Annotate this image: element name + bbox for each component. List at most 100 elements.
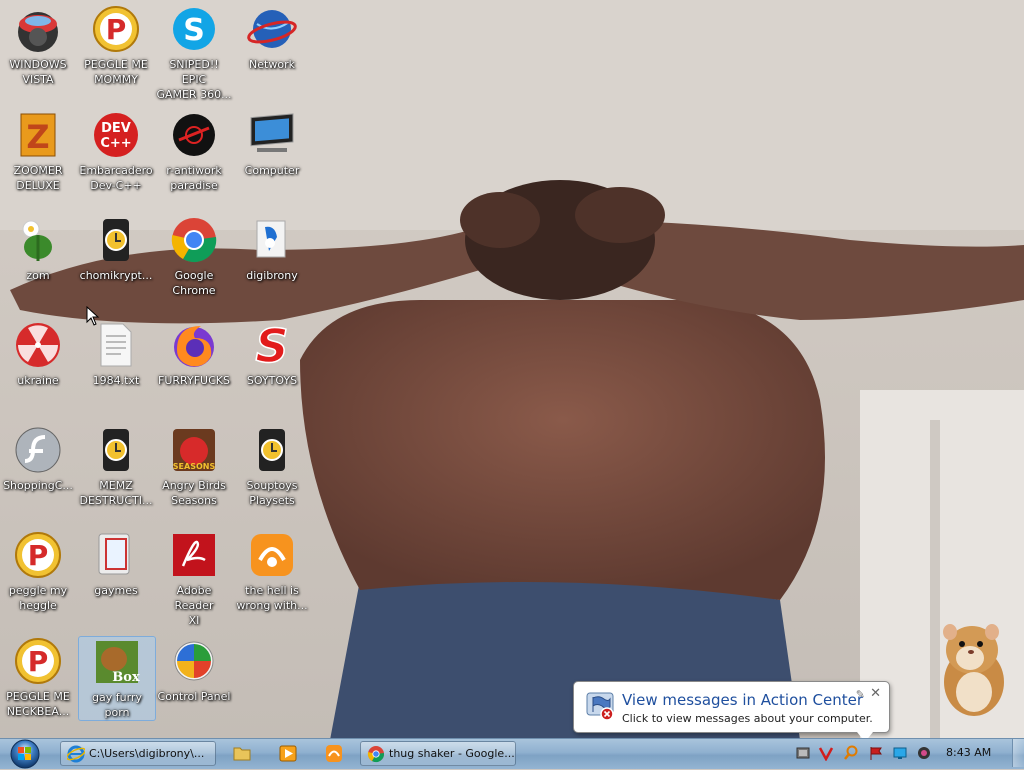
games-folder-icon [98, 533, 130, 575]
desktop-icon-windows-vista[interactable]: WINDOWS VISTA [0, 4, 76, 87]
desktop-icon-gaymes[interactable]: gaymes [78, 530, 154, 598]
action-center-notification[interactable]: View messages in Action Center Click to … [573, 681, 890, 742]
desktop-icon-label: SNIPED!! EPIC GAMER 360... [156, 58, 232, 101]
ie-icon [67, 745, 85, 763]
desktop-icon-label: PEGGLE ME MOMMY [84, 58, 148, 86]
desktop-icon-label: Angry Birds Seasons [162, 479, 226, 507]
plant-icon [22, 220, 52, 261]
mouse-cursor-icon [86, 306, 100, 326]
desktop-icon-memz-destructi[interactable]: MEMZ DESTRUCTI... [78, 425, 154, 508]
desktop-icon-peggle-my-heggle[interactable]: Ppeggle my heggle [0, 530, 76, 613]
devcpp-icon: DEVC++ [94, 113, 138, 157]
desktop-icon-zoomer-deluxe[interactable]: Z ZOOMER DELUXE [0, 110, 76, 193]
desktop-icon-label: Computer [244, 164, 300, 177]
action-center-flag-icon [586, 692, 614, 721]
desktop-icon-label: peggle my heggle [8, 584, 68, 612]
desktop-icon-the-hell-is-wrong-with[interactable]: the hell is wrong with... [234, 530, 310, 613]
close-icon[interactable]: ✕ [870, 686, 881, 701]
shortcut-clock-icon [103, 429, 129, 471]
taskbar-button-chrome[interactable]: thug shaker - Google... [360, 741, 516, 766]
desktop-icon-label: gaymes [94, 584, 138, 597]
taskbar-clock[interactable]: 8:43 AM [946, 746, 991, 759]
media-player-icon [279, 745, 297, 762]
desktop-icon-label: Embarcadero Dev-C++ [79, 164, 153, 192]
svg-text:S: S [255, 320, 288, 370]
desktop-icon-soytoys[interactable]: S SOYTOYS [234, 320, 310, 388]
desktop-icon-embarcadero-dev-c[interactable]: DEV C++ Embarcadero Dev-C++ [78, 110, 154, 193]
desktop-icon-control-panel[interactable]: Control Panel [156, 636, 232, 704]
user-folder-icon [256, 220, 286, 258]
svg-text:Box: Box [112, 670, 140, 685]
desktop-icon-ukraine[interactable]: ukraine [0, 320, 76, 388]
desktop-icon-label: Souptoys Playsets [246, 479, 298, 507]
notification-text[interactable]: Click to view messages about your comput… [622, 712, 873, 725]
svg-text:P: P [106, 13, 127, 46]
svg-text:S: S [183, 13, 205, 48]
desktop-icon-google-chrome[interactable]: Google Chrome [156, 215, 232, 298]
desktop-icon-label: Control Panel [157, 690, 231, 703]
quicklaunch-explorer-button[interactable] [222, 741, 262, 766]
taskbar-button-label: thug shaker - Google... [389, 747, 515, 760]
desktop-icon-shoppingc[interactable]: ShoppingC... [0, 425, 76, 493]
v-logo-icon[interactable] [818, 745, 834, 761]
desktop-icon-angry-birds-seasons[interactable]: SEASONS Angry Birds Seasons [156, 425, 232, 508]
svg-text:C++: C++ [100, 136, 131, 151]
device-icon[interactable] [795, 745, 811, 761]
desktop-icon-network[interactable]: Network [234, 4, 310, 72]
network-globe-icon [247, 10, 297, 48]
quicklaunch-uc-button[interactable] [314, 741, 354, 766]
antiwork-icon [173, 114, 215, 156]
speaker-icon[interactable] [916, 745, 932, 761]
explorer-folder-icon [233, 747, 251, 761]
hamster-desktop-pet-icon[interactable] [932, 612, 1012, 720]
desktop-icon-souptoys-playsets[interactable]: Souptoys Playsets [234, 425, 310, 508]
desktop-icon-peggle-me-mommy[interactable]: P PEGGLE ME MOMMY [78, 4, 154, 87]
svg-text:Z: Z [26, 118, 49, 156]
zuma-icon: Z [20, 113, 56, 157]
desktop-icon-1984-txt[interactable]: 1984.txt [78, 320, 154, 388]
desktop-icon-furryfucks[interactable]: FURRYFUCKS [156, 320, 232, 388]
desktop-icon-label: PEGGLE ME NECKBEA... [6, 690, 70, 718]
desktop-icon-zom[interactable]: zom [0, 215, 76, 283]
desktop-icon-gay-furry-porn[interactable]: Box gay furry porn [78, 636, 156, 721]
desktop-icon-digibrony[interactable]: digibrony [234, 215, 310, 283]
taskbar-button-label: C:\Users\digibrony\... [89, 747, 205, 760]
vista-orb-icon [18, 12, 58, 52]
s-logo-icon: S [255, 320, 290, 370]
desktop-icon-label: digibrony [246, 269, 298, 282]
radiation-icon [16, 323, 60, 367]
action-center-flag-icon[interactable] [868, 745, 884, 761]
desktop-icon-label: Adobe Reader XI [174, 584, 214, 627]
notification-title[interactable]: View messages in Action Center [622, 691, 863, 709]
firefox-icon [174, 326, 214, 367]
desktop-icon-adobe-reader-xi[interactable]: Adobe Reader XI [156, 530, 232, 628]
chrome-icon [171, 218, 217, 263]
desktop-icon-computer[interactable]: Computer [234, 110, 310, 178]
svg-text:DEV: DEV [101, 121, 131, 136]
taskbar-button-explorer[interactable]: C:\Users\digibrony\... [60, 741, 216, 766]
peggle-icon: P [15, 638, 61, 684]
desktop-icon-label: the hell is wrong with... [236, 584, 308, 612]
desktop-icon-peggle-me-neckbea[interactable]: P PEGGLE ME NECKBEA... [0, 636, 76, 719]
desktop-icon-label: WINDOWS VISTA [9, 58, 67, 86]
quicklaunch-media-button[interactable] [268, 741, 308, 766]
desktop-icon-sniped-epic-gamer-360[interactable]: S SNIPED!! EPIC GAMER 360... [156, 4, 232, 102]
control-panel-icon [174, 641, 214, 681]
text-file-icon [100, 323, 132, 367]
adobe-reader-icon [173, 534, 215, 576]
pin-icon[interactable]: ✎ [856, 688, 865, 701]
search-icon[interactable] [843, 745, 859, 761]
desktop-icon-label: Network [249, 58, 295, 71]
show-desktop-button[interactable] [1012, 739, 1024, 767]
angry-birds-icon: SEASONS [173, 429, 215, 471]
shortcut-clock-icon [103, 219, 129, 261]
desktop-icon-chomikrypt[interactable]: chomikrypt... [78, 215, 154, 283]
uc-browser-icon [326, 745, 342, 762]
flash-icon [15, 427, 61, 473]
svg-text:P: P [28, 539, 49, 572]
windows-start-orb-icon[interactable] [6, 739, 44, 769]
desktop-icon-r-antiwork-paradise[interactable]: r-antiwork paradise [156, 110, 232, 193]
uc-browser-icon [251, 534, 293, 576]
chrome-icon [367, 746, 384, 763]
display-icon[interactable] [892, 745, 908, 761]
